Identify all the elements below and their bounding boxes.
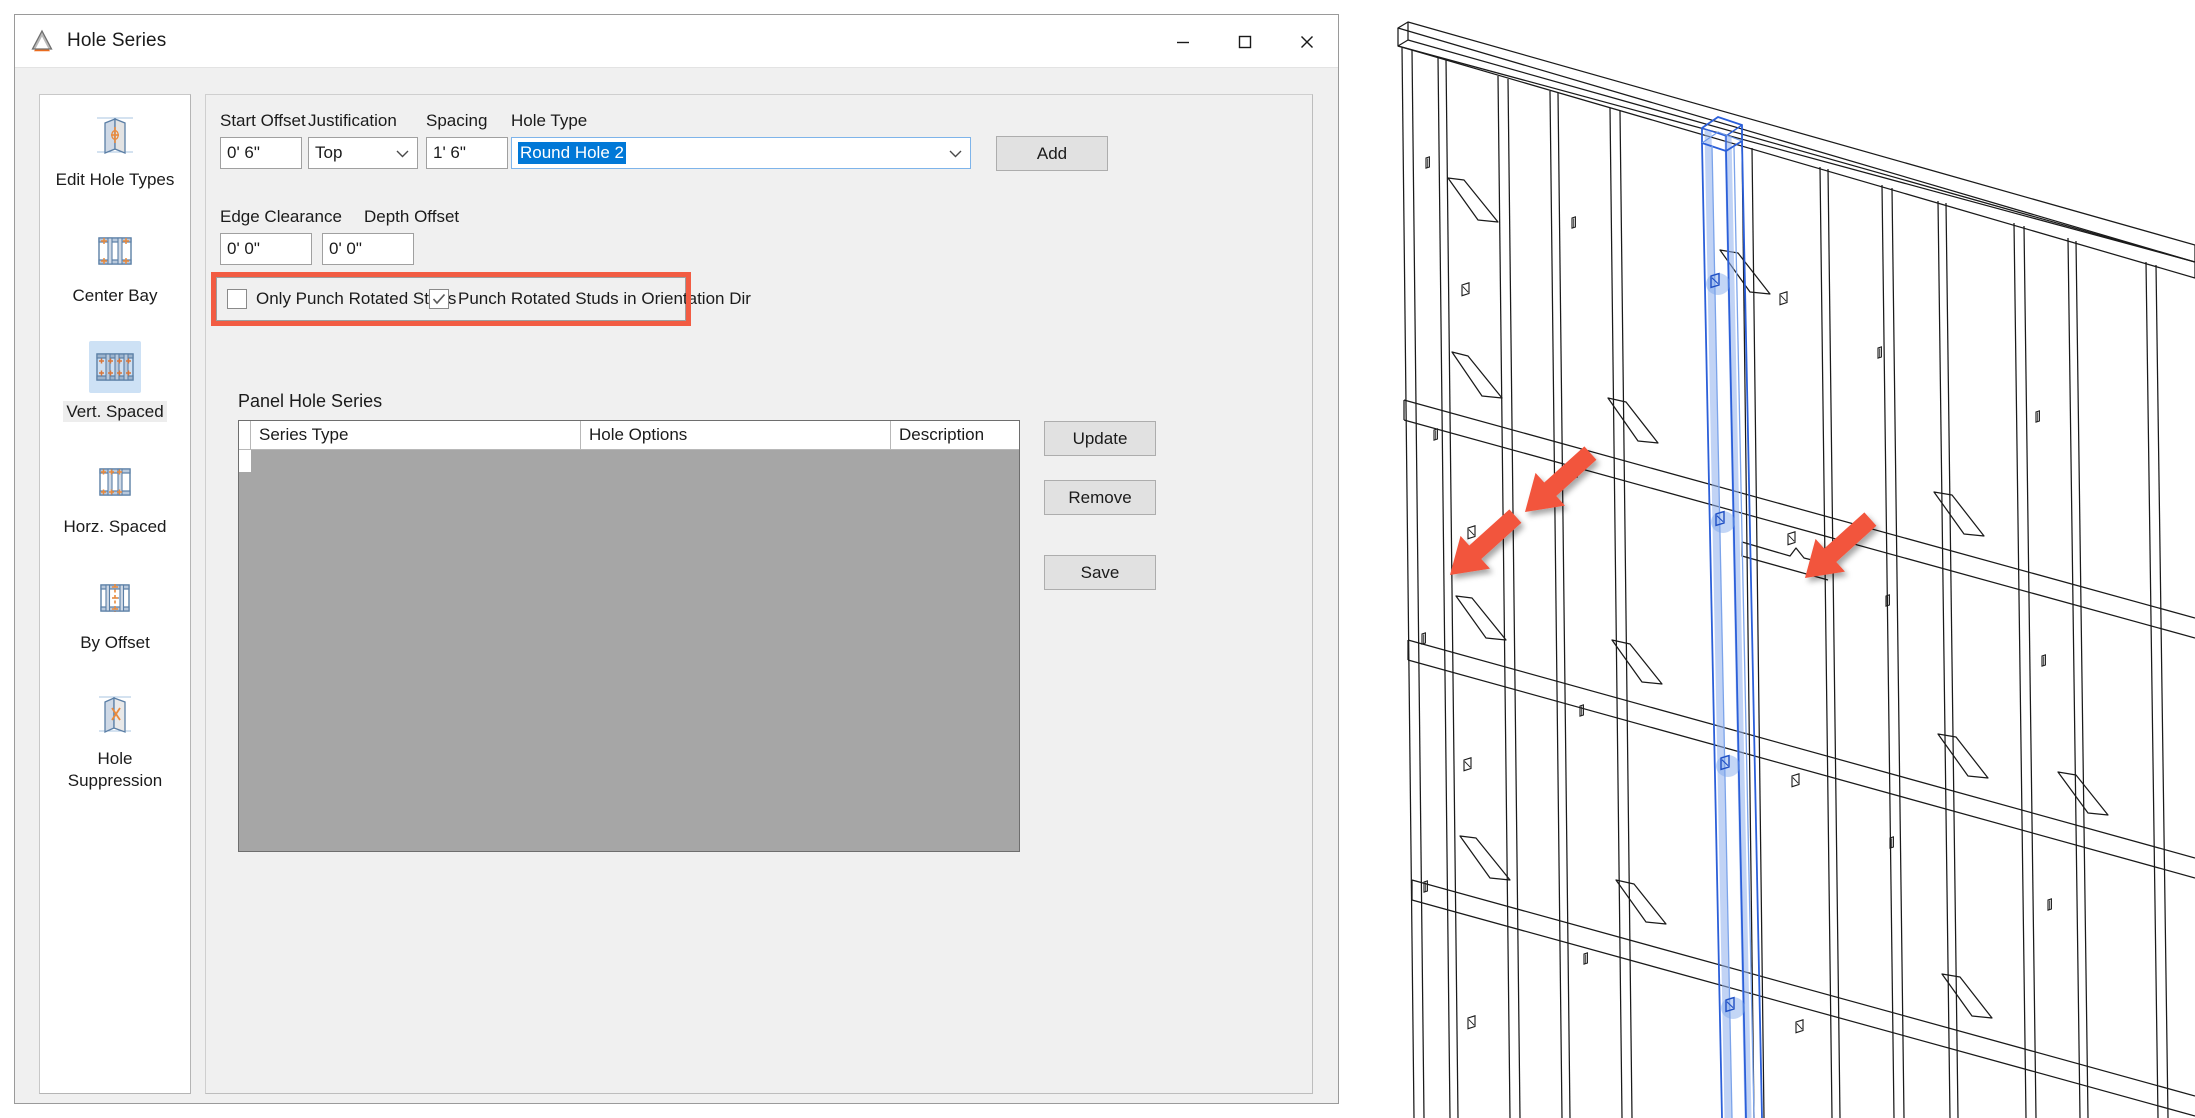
start-offset-label: Start Offset [220, 111, 306, 130]
only-punch-rotated-studs-checkbox[interactable]: Only Punch Rotated Studs [227, 289, 456, 309]
justification-value: Top [315, 143, 343, 162]
depth-offset-label: Depth Offset [364, 207, 460, 226]
add-button[interactable]: Add [996, 136, 1108, 171]
start-offset-input[interactable]: 0' 6" [220, 137, 302, 169]
hole-series-settings-panel: Start Offset Justification Spacing Hole … [205, 94, 1313, 1094]
minimize-icon[interactable] [1152, 15, 1214, 68]
triangle-app-icon [29, 28, 55, 54]
annotation-arrow [1525, 446, 1597, 512]
sidebar-item-label: Edit Hole Types [55, 170, 175, 189]
framing-wireframe [1397, 21, 2195, 1118]
sidebar-item-label: Horz. Spaced [63, 517, 167, 537]
spacing-input[interactable]: 1' 6" [426, 137, 508, 169]
hole-type-select[interactable]: Round Hole 2 [511, 137, 971, 169]
vert-spaced-icon [89, 340, 141, 393]
hole-series-dialog: Hole Series Edit Hole Types Center Bay V… [14, 14, 1339, 1104]
column-header-description[interactable]: Description [891, 421, 1019, 449]
by-offset-icon [89, 572, 141, 624]
sidebar-item-label: Center Bay [72, 285, 158, 305]
hole-type-value: Round Hole 2 [518, 142, 626, 164]
maximize-icon[interactable] [1214, 15, 1276, 68]
title-bar: Hole Series [15, 15, 1338, 68]
wall-framing-3d-view[interactable] [1390, 0, 2195, 1118]
sidebar-item-horz-spaced[interactable]: Horz. Spaced [40, 422, 190, 538]
window-controls [1152, 15, 1338, 68]
checkbox-checked-icon [429, 289, 449, 309]
edge-clearance-input[interactable]: 0' 0" [220, 233, 312, 265]
hole-type-label: Hole Type [511, 111, 588, 130]
justification-label: Justification [308, 111, 397, 130]
sidebar-item-label: Hole Suppression [67, 748, 163, 790]
panel-hole-series-table[interactable]: Series Type Hole Options Description [238, 420, 1020, 852]
update-button[interactable]: Update [1044, 421, 1156, 456]
close-icon[interactable] [1276, 15, 1338, 68]
sidebar-item-edit-hole-types[interactable]: Edit Hole Types [40, 95, 190, 191]
hole-suppression-icon [89, 688, 141, 740]
punch-rotated-studs-orientation-label: Punch Rotated Studs in Orientation Dir [458, 289, 751, 308]
horz-spaced-icon [89, 456, 141, 508]
depth-offset-input[interactable]: 0' 0" [322, 233, 414, 265]
save-button[interactable]: Save [1044, 555, 1156, 590]
sidebar-item-hole-suppression[interactable]: Hole Suppression [40, 654, 190, 792]
center-bay-icon [89, 225, 141, 277]
dialog-body: Edit Hole Types Center Bay Vert. Spaced … [15, 68, 1338, 1103]
remove-button[interactable]: Remove [1044, 480, 1156, 515]
row-gutter [239, 421, 251, 449]
table-body-empty[interactable] [239, 450, 1019, 851]
annotation-arrow [1450, 509, 1522, 575]
only-punch-rotated-studs-label: Only Punch Rotated Studs [256, 289, 457, 308]
chevron-down-icon [949, 138, 962, 168]
spacing-label: Spacing [426, 111, 488, 130]
row-selector-gutter [239, 450, 251, 472]
punch-rotated-studs-orientation-checkbox[interactable]: Punch Rotated Studs in Orientation Dir [429, 289, 751, 309]
panel-3d-hole-icon [89, 109, 141, 161]
rotated-studs-options-panel: Only Punch Rotated Studs Punch Rotated S… [216, 277, 751, 321]
table-header-row: Series Type Hole Options Description [239, 421, 1019, 450]
column-header-hole-options[interactable]: Hole Options [581, 421, 891, 449]
sidebar-item-center-bay[interactable]: Center Bay [40, 191, 190, 307]
window-title: Hole Series [67, 30, 167, 51]
edge-clearance-label: Edge Clearance [220, 207, 342, 226]
sidebar-item-label: Vert. Spaced [63, 400, 167, 423]
checkbox-unchecked-icon [227, 289, 247, 309]
panel-hole-series-title: Panel Hole Series [238, 391, 383, 411]
sidebar-item-by-offset[interactable]: By Offset [40, 538, 190, 654]
sidebar-item-vert-spaced[interactable]: Vert. Spaced [40, 307, 190, 423]
justification-select[interactable]: Top [308, 137, 418, 169]
mode-sidebar: Edit Hole Types Center Bay Vert. Spaced … [39, 94, 191, 1094]
chevron-down-icon [396, 138, 409, 168]
sidebar-item-label: By Offset [80, 633, 150, 652]
column-header-series-type[interactable]: Series Type [251, 421, 581, 449]
